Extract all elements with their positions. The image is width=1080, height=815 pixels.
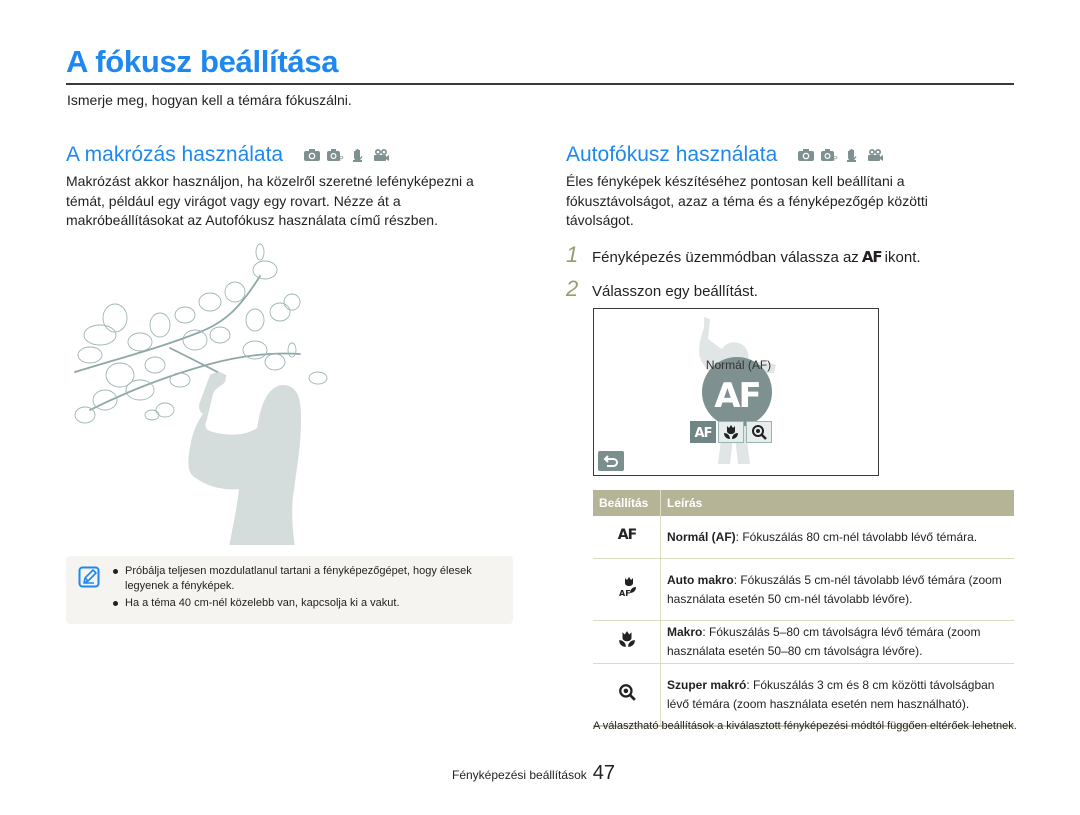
table-row: Makro: Fókuszálás 5–80 cm távolságra lév…	[593, 620, 1014, 664]
step-number: 2	[566, 276, 579, 301]
column-header-description: Leírás	[660, 490, 1014, 516]
note-text: Ha a téma 40 cm-nél közelebb van, kapcso…	[125, 597, 400, 609]
setting-term: Szuper makró	[667, 677, 747, 692]
movie-camera-icon	[374, 149, 390, 161]
program-camera-icon: P	[821, 149, 838, 162]
macro-section-heading: A makrózás használata P	[66, 143, 390, 167]
note-box: Próbálja teljesen mozdulatlanul tartani …	[66, 556, 513, 624]
note-item: Próbálja teljesen mozdulatlanul tartani …	[113, 564, 503, 594]
step-1: 1 Fényképezés üzemmódban válassza az AF …	[566, 242, 921, 268]
macro-heading-text: A makrózás használata	[66, 143, 284, 166]
af-icon: AF	[617, 527, 637, 543]
setting-text: : Fókuszálás 80 cm-nél távolabb lévő tém…	[735, 529, 978, 544]
footer-section-label: Fényképezési beállítások	[452, 768, 587, 782]
svg-text:AF: AF	[617, 527, 636, 542]
setting-icon-cell: AF	[593, 558, 661, 621]
dual-is-hand-icon	[353, 149, 363, 162]
title-divider	[66, 83, 1014, 85]
column-header-setting: Beállítás	[593, 490, 661, 516]
note-list: Próbálja teljesen mozdulatlanul tartani …	[113, 564, 503, 613]
setting-text: : Fókuszálás 5–80 cm távolságra lévő tém…	[667, 625, 981, 658]
af-icon: AF	[861, 248, 883, 266]
setting-term: Makro	[667, 625, 703, 639]
setting-description: Makro: Fókuszálás 5–80 cm távolságra lév…	[660, 620, 1014, 664]
bullet	[113, 569, 118, 574]
back-arrow-icon	[603, 455, 619, 467]
step-number: 1	[566, 242, 579, 267]
mode-icons: P	[303, 148, 390, 162]
mode-icons: P	[797, 148, 884, 162]
woman-photographing-magnolia-illustration	[74, 243, 328, 545]
movie-camera-icon	[868, 149, 884, 161]
page-title: A fókusz beállítása	[66, 44, 339, 79]
svg-text:P: P	[833, 156, 838, 162]
page-subtitle: Ismerje meg, hogyan kell a témára fókusz…	[67, 92, 352, 108]
step-2: 2 Válasszon egy beállítást.	[566, 276, 758, 302]
table-row: AF Auto makro: Fókuszálás 5 cm-nél távol…	[593, 558, 1014, 621]
option-super-macro-button[interactable]	[746, 421, 772, 443]
step-text: Válasszon egy beállítást.	[592, 283, 758, 300]
af-section-heading: Autofókusz használata P	[566, 143, 884, 167]
option-normal-af-button[interactable]: AF	[690, 421, 716, 443]
svg-text:AF: AF	[714, 376, 760, 416]
setting-icon-cell	[593, 620, 661, 664]
table-header-row: Beállítás Leírás	[593, 490, 1014, 516]
note-pencil-icon	[78, 566, 100, 588]
setting-description: Szuper makró: Fókuszálás 3 cm és 8 cm kö…	[660, 663, 1014, 727]
focus-settings-table: Beállítás Leírás AF Normál (AF): Fókuszá…	[593, 490, 1014, 727]
svg-text:AF: AF	[695, 426, 712, 440]
setting-icon-cell	[593, 663, 661, 727]
camera-icon	[304, 149, 321, 161]
af-heading-text: Autofókusz használata	[566, 143, 778, 166]
af-icon: AF	[695, 426, 713, 440]
camera-screen: AF Normál (AF) AF	[593, 308, 879, 476]
camera-icon	[798, 149, 815, 161]
table-footnote: A választható beállítások a kiválasztott…	[593, 720, 1017, 732]
table-row: AF Normál (AF): Fókuszálás 80 cm-nél táv…	[593, 516, 1014, 559]
macro-flower-icon	[618, 631, 635, 647]
macro-flower-icon	[724, 425, 738, 439]
setting-term: Normál (AF)	[667, 529, 736, 544]
page-number: 47	[592, 762, 615, 784]
setting-term: Auto makro	[667, 572, 734, 587]
super-macro-magnifier-icon	[618, 683, 636, 701]
setting-description: Normál (AF): Fókuszálás 80 cm-nél távola…	[660, 516, 1014, 559]
super-macro-magnifier-icon	[752, 425, 767, 440]
svg-text:P: P	[339, 156, 344, 162]
program-camera-icon: P	[327, 149, 344, 162]
macro-description: Makrózást akkor használjon, ha közelről …	[66, 173, 474, 228]
note-item: Ha a téma 40 cm-nél közelebb van, kapcso…	[113, 596, 503, 611]
table-row: Szuper makró: Fókuszálás 3 cm és 8 cm kö…	[593, 663, 1014, 727]
step-text-after: ikont.	[884, 249, 921, 266]
setting-description: Auto makro: Fókuszálás 5 cm-nél távolabb…	[660, 558, 1014, 621]
back-button[interactable]	[598, 451, 624, 471]
note-text: Próbálja teljesen mozdulatlanul tartani …	[125, 565, 472, 592]
option-macro-button[interactable]	[718, 421, 744, 443]
auto-macro-icon: AF	[619, 576, 636, 598]
focus-mode-label: Normál (AF)	[705, 358, 772, 372]
af-description: Éles fényképek készítéséhez pontosan kel…	[566, 173, 928, 228]
page-footer: Fényképezési beállítások 47	[452, 762, 615, 785]
dual-is-hand-icon	[847, 149, 857, 162]
setting-icon-cell: AF	[593, 516, 661, 559]
step-text: Fényképezés üzemmódban válassza az	[592, 249, 859, 266]
svg-text:AF: AF	[619, 589, 631, 597]
bullet	[113, 601, 118, 606]
